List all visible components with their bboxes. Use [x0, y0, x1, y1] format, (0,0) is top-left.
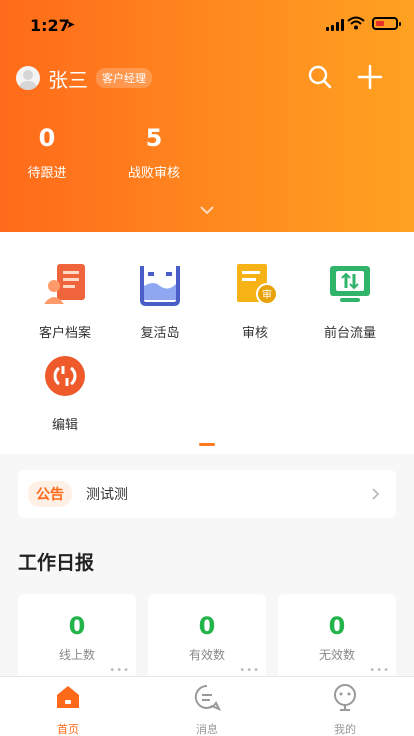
tab-label: 我的 — [334, 723, 356, 736]
stat-label: 战败审核 — [127, 166, 180, 181]
notice-bar[interactable]: 公告 测试测 — [18, 470, 396, 518]
user-row[interactable]: 张三 客户经理 — [16, 62, 152, 94]
menu-item-label: 复活岛 — [140, 326, 180, 341]
chevron-right-icon — [372, 488, 380, 500]
chevron-down-icon[interactable] — [199, 205, 215, 215]
more-dots-icon: ••• — [369, 665, 390, 676]
menu-item-customer-file[interactable]: 客户档案 — [20, 262, 110, 341]
tab-home[interactable]: 首页 — [28, 683, 108, 736]
profile-icon — [334, 684, 356, 711]
function-menu: 客户档案 复活岛 审 审核 前台流量 编辑 — [0, 232, 414, 454]
menu-item-revival-island[interactable]: 复活岛 — [115, 262, 205, 341]
island-icon — [140, 266, 180, 306]
wifi-icon — [347, 16, 365, 30]
audit-icon: 审 — [237, 264, 278, 305]
role-badge: 客户经理 — [96, 68, 152, 88]
battery-icon — [372, 17, 401, 30]
menu-item-front-traffic[interactable]: 前台流量 — [305, 262, 395, 341]
menu-item-label: 客户档案 — [38, 326, 91, 341]
more-dots-icon: ••• — [239, 665, 260, 676]
home-icon — [57, 686, 79, 708]
header: 1:27 ➤ 张三 客户经理 0 待跟进 5 战败审核 — [0, 0, 414, 232]
customer-file-icon — [44, 264, 85, 304]
edit-icon — [45, 356, 85, 396]
report-value: 0 — [328, 612, 346, 640]
menu-item-label: 审核 — [241, 326, 268, 341]
page-indicator — [199, 443, 215, 446]
plus-icon[interactable] — [357, 64, 383, 90]
report-value: 0 — [68, 612, 86, 640]
menu-item-edit[interactable]: 编辑 — [20, 354, 110, 433]
location-icon: ➤ — [66, 18, 76, 31]
report-label: 线上数 — [58, 648, 95, 662]
tab-messages[interactable]: 消息 — [167, 683, 247, 736]
signal-icon — [326, 19, 344, 31]
tab-bar: 首页 消息 我的 — [0, 676, 414, 736]
stat-label: 待跟进 — [27, 166, 67, 181]
status-time: 1:27 — [30, 16, 70, 35]
stat-value: 5 — [145, 124, 163, 152]
report-card-invalid[interactable]: 0 无效数 ••• — [278, 594, 396, 680]
message-icon — [194, 684, 222, 711]
tab-profile[interactable]: 我的 — [305, 683, 385, 736]
status-bar: 1:27 ➤ — [0, 0, 414, 50]
svg-text:审: 审 — [262, 288, 272, 301]
notice-badge: 公告 — [28, 481, 72, 507]
report-value: 0 — [198, 612, 216, 640]
search-icon[interactable] — [307, 64, 333, 90]
notice-text: 测试测 — [86, 487, 128, 503]
report-card-online[interactable]: 0 线上数 ••• — [18, 594, 136, 680]
stat-value: 0 — [38, 124, 56, 152]
report-card-valid[interactable]: 0 有效数 ••• — [148, 594, 266, 680]
report-label: 有效数 — [188, 648, 225, 662]
daily-report-title: 工作日报 — [18, 552, 95, 574]
user-name: 张三 — [48, 67, 88, 92]
app-screen: 1:27 ➤ 张三 客户经理 0 待跟进 5 战败审核 客户档案 复活岛 审 审… — [0, 0, 414, 736]
menu-item-label: 前台流量 — [323, 326, 376, 341]
stat-defeat-review[interactable]: 5 战败审核 — [109, 124, 199, 181]
tab-label: 消息 — [196, 723, 218, 736]
menu-item-audit[interactable]: 审 审核 — [210, 262, 300, 341]
stat-pending-followup[interactable]: 0 待跟进 — [2, 124, 92, 181]
more-dots-icon: ••• — [109, 665, 130, 676]
tab-label: 首页 — [57, 723, 79, 736]
daily-report-cards: 0 线上数 ••• 0 有效数 ••• 0 无效数 ••• — [18, 594, 396, 680]
traffic-icon — [330, 266, 370, 302]
report-label: 无效数 — [318, 648, 355, 662]
menu-item-label: 编辑 — [51, 418, 78, 433]
avatar[interactable] — [16, 66, 40, 90]
